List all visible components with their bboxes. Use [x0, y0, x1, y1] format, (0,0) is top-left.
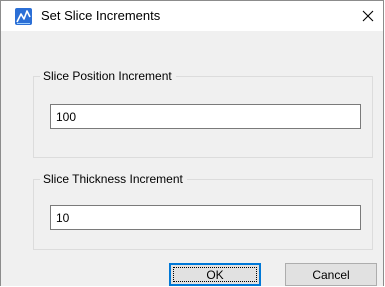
cancel-button[interactable]: Cancel [285, 263, 377, 286]
focus-rectangle [173, 267, 257, 282]
slice-position-group: Slice Position Increment [33, 68, 373, 158]
dialog-title: Set Slice Increments [41, 8, 161, 23]
slice-position-label: Slice Position Increment [40, 68, 176, 84]
title-bar: Set Slice Increments [1, 1, 383, 31]
slice-thickness-label: Slice Thickness Increment [40, 171, 187, 187]
app-logo-icon [15, 8, 32, 25]
slice-position-input[interactable] [50, 104, 361, 129]
slice-thickness-input[interactable] [50, 205, 361, 230]
ok-button[interactable]: OK [169, 263, 261, 286]
cancel-button-label: Cancel [312, 267, 350, 282]
slice-thickness-group: Slice Thickness Increment [33, 171, 373, 250]
set-slice-increments-dialog: Set Slice Increments Slice Position Incr… [0, 0, 384, 286]
close-icon [362, 10, 374, 22]
close-button[interactable] [353, 1, 383, 31]
